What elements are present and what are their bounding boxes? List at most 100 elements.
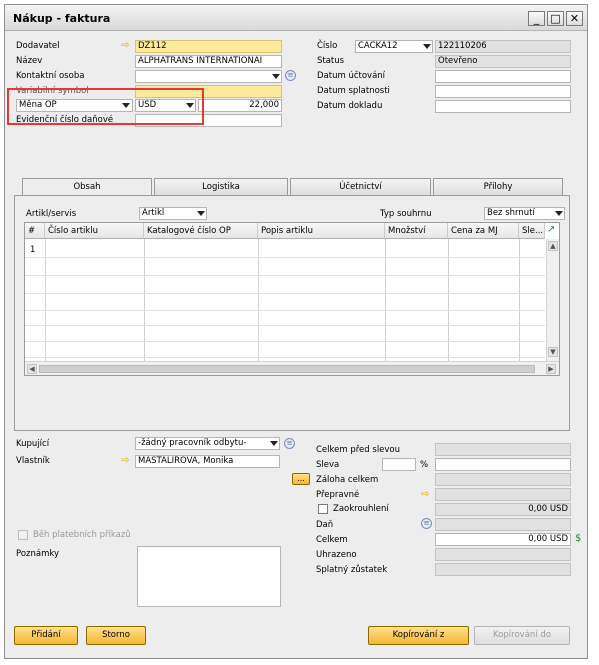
column-header[interactable]: Katalogové číslo OP [144, 223, 258, 239]
chevron-down-icon[interactable] [423, 44, 431, 49]
info-icon[interactable]: ≡ [421, 518, 432, 529]
copy-from-button[interactable]: Kopírování z [368, 626, 469, 645]
tab-accounting[interactable]: Účetnictví [290, 178, 431, 195]
row-divider [25, 293, 545, 294]
status-label: Status [317, 56, 345, 66]
column-divider [519, 239, 520, 373]
column-divider [144, 239, 145, 373]
status-field: Otevřeno [435, 55, 571, 68]
scroll-down-icon[interactable]: ▼ [548, 347, 558, 357]
rounding-label: Zaokrouhlení [333, 504, 389, 514]
column-header[interactable]: Sle... [519, 223, 545, 239]
freight-link-arrow-icon[interactable]: ⇨ [421, 489, 429, 500]
rounding-checkbox[interactable] [318, 504, 328, 514]
vendor-label: Dodavatel [16, 41, 60, 51]
chevron-down-icon[interactable] [270, 441, 278, 446]
due-date-label: Datum splatnosti [317, 86, 390, 96]
tax-field [435, 518, 571, 531]
tab-logistics[interactable]: Logistika [154, 178, 288, 195]
chevron-down-icon[interactable] [197, 211, 205, 216]
column-header[interactable]: Cena za MJ [448, 223, 519, 239]
buyer-select[interactable]: -žádný pracovník odbytu- [135, 437, 280, 450]
series-select[interactable]: CACKA12 [355, 40, 433, 53]
buyer-label: Kupující [16, 439, 50, 449]
paid-label: Uhrazeno [316, 550, 357, 560]
copy-to-button: Kopírování do [474, 626, 570, 645]
column-divider [448, 239, 449, 373]
scroll-right-icon[interactable]: ▶ [546, 364, 556, 374]
payment-run-label: Běh platebních příkazů [33, 530, 131, 540]
currency-conversion-icon[interactable]: $ [575, 532, 589, 546]
total-field[interactable]: 0,00 USD [435, 533, 571, 546]
down-payment-more-button[interactable]: ... [292, 473, 310, 485]
column-divider [385, 239, 386, 373]
scroll-up-icon[interactable]: ▲ [548, 241, 558, 251]
row-divider [25, 357, 545, 358]
remarks-textarea[interactable] [137, 546, 281, 607]
minimize-icon[interactable]: _ [528, 11, 545, 26]
horizontal-scrollbar[interactable]: ◀ ▶ [25, 361, 559, 375]
due-date-field[interactable] [435, 85, 571, 98]
summary-type-label: Typ souhrnu [380, 209, 432, 219]
maximize-icon[interactable]: □ [547, 11, 564, 26]
column-header[interactable]: Popis artiklu [258, 223, 385, 239]
title-bar[interactable]: Nákup - faktura _ □ ✕ [5, 5, 587, 31]
row-divider [25, 341, 545, 342]
percent-sign: % [420, 460, 429, 470]
balance-due-label: Splatný zůstatek [316, 565, 388, 575]
tab-contents[interactable]: Obsah [22, 178, 152, 196]
payment-run-checkbox[interactable] [18, 530, 28, 540]
tab-attachments[interactable]: Přílohy [433, 178, 563, 195]
document-date-field[interactable] [435, 100, 571, 113]
scroll-left-icon[interactable]: ◀ [27, 364, 37, 374]
info-icon[interactable]: ≡ [285, 70, 296, 81]
number-label: Číslo [317, 41, 338, 51]
row-divider [25, 310, 545, 311]
freight-field [435, 488, 571, 501]
add-button[interactable]: Přidání [14, 626, 78, 645]
name-label: Název [16, 56, 43, 66]
cancel-button[interactable]: Storno [86, 626, 146, 645]
discount-label: Sleva [316, 460, 340, 470]
owner-link-arrow-icon[interactable]: ⇨ [121, 455, 129, 466]
contact-person-label: Kontaktní osoba [16, 71, 85, 81]
close-icon[interactable]: ✕ [566, 11, 583, 26]
summary-type-select[interactable]: Bez shrnutí [484, 207, 565, 220]
exchange-rate-field[interactable]: 22,000 [198, 99, 282, 112]
column-divider [45, 239, 46, 373]
discount-amount-field[interactable] [435, 458, 571, 471]
item-type-label: Artikl/servis [26, 209, 77, 219]
down-payment-label: Záloha celkem [316, 475, 379, 485]
scroll-thumb[interactable] [39, 365, 535, 373]
expand-arrow-icon[interactable]: ↗ [547, 225, 558, 236]
window-title: Nákup - faktura [13, 12, 111, 25]
posting-date-field[interactable] [435, 70, 571, 83]
owner-field[interactable]: MAŠTALÍŘOVÁ, Monika [135, 455, 280, 468]
remarks-label: Poznámky [16, 549, 60, 559]
contact-person-select[interactable] [135, 70, 282, 83]
column-header[interactable]: Číslo artiklu [45, 223, 144, 239]
column-divider [258, 239, 259, 373]
down-payment-field [435, 473, 571, 486]
before-discount-field [435, 443, 571, 456]
posting-date-label: Datum účtování [317, 71, 386, 81]
discount-percent-field[interactable] [382, 458, 416, 471]
freight-label: Přepravné [316, 490, 360, 500]
document-number-field: 122110206 [435, 40, 571, 53]
owner-label: Vlastník [16, 456, 50, 466]
info-icon[interactable]: ≡ [284, 438, 295, 449]
before-discount-label: Celkem před slevou [316, 445, 401, 455]
document-date-label: Datum dokladu [317, 101, 383, 111]
balance-due-field [435, 563, 571, 576]
row-number: 1 [30, 245, 36, 255]
vertical-scrollbar[interactable]: ▲ ▼ [546, 239, 559, 361]
vendor-name-field[interactable]: ALPHATRANS INTERNATIONAI [135, 55, 282, 68]
rounding-field: 0,00 USD [435, 503, 571, 516]
column-header[interactable]: Množství [385, 223, 448, 239]
vendor-link-arrow-icon[interactable]: ⇨ [121, 40, 129, 51]
tax-label: Daň [316, 520, 334, 530]
vendor-code-field[interactable]: DZ112 [135, 40, 282, 53]
column-header[interactable]: # [25, 223, 45, 239]
chevron-down-icon[interactable] [555, 211, 563, 216]
chevron-down-icon[interactable] [272, 74, 280, 79]
